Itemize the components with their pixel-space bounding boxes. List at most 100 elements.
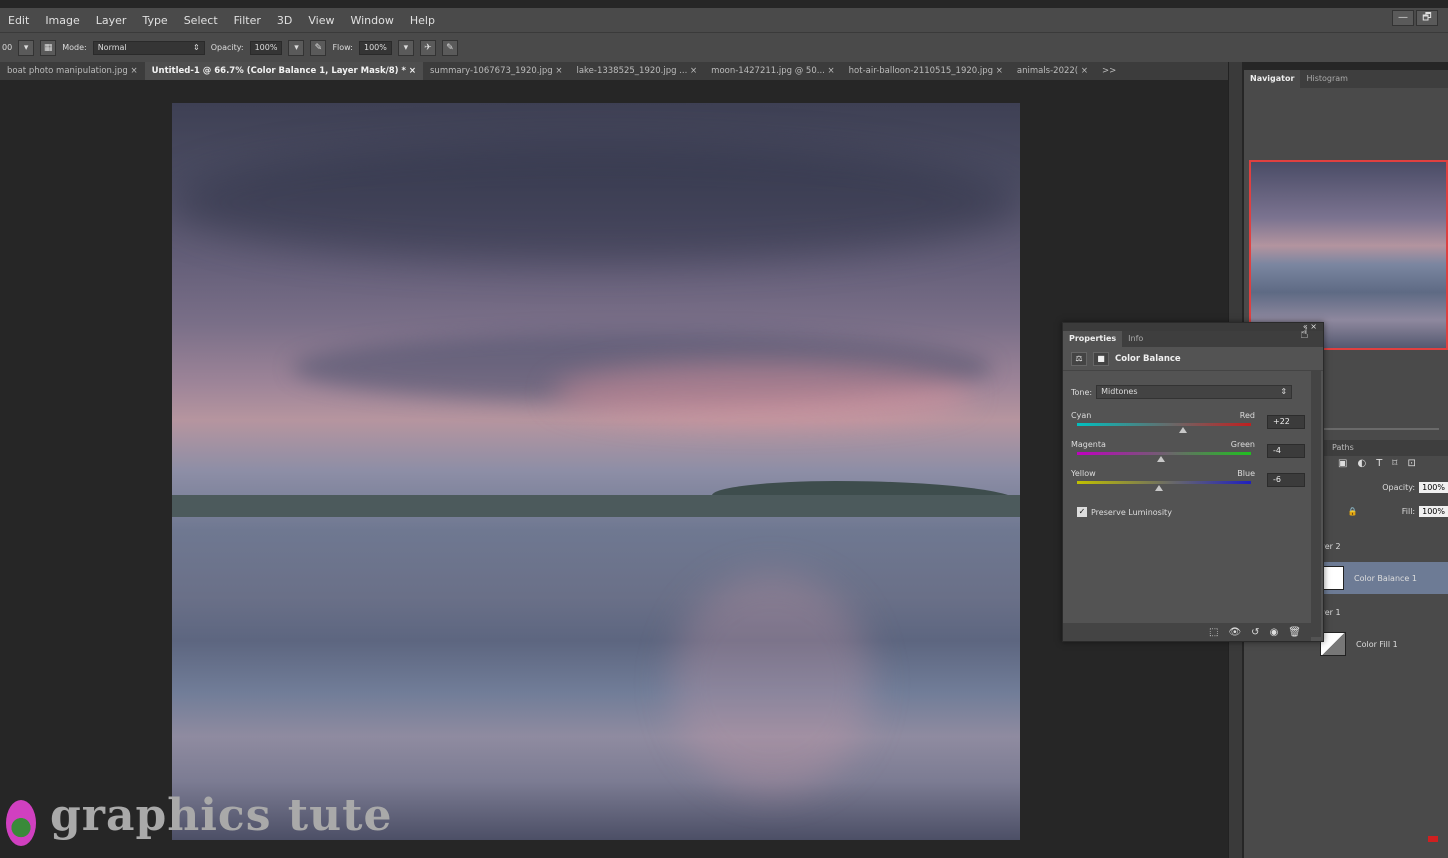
document-tab-label: lake-1338525_1920.jpg ... [576,66,688,76]
tab-info[interactable]: Info [1122,331,1149,347]
slider-thumb[interactable] [1154,485,1163,491]
menu-item-type[interactable]: Type [134,14,175,27]
slider-value-input[interactable]: -4 [1267,444,1305,458]
flow-label: Flow: [332,43,353,52]
layer-opacity-label: Opacity: [1382,483,1416,492]
slider-thumb[interactable] [1156,456,1165,462]
adjustment-filter-icon[interactable]: ◐ [1357,458,1366,469]
minimize-button[interactable]: — [1392,10,1414,26]
window-controls: — 🗗 [1392,10,1438,26]
image-filter-icon[interactable]: ▣ [1338,458,1347,469]
menu-item-select[interactable]: Select [176,14,226,27]
document-photo[interactable] [172,103,1020,840]
layer-row[interactable]: Color Fill 1 [1320,628,1448,660]
menu-item-edit[interactable]: Edit [0,14,37,27]
close-icon[interactable]: × [406,66,416,76]
close-icon[interactable]: × [687,66,697,76]
preserve-luminosity-row: ✓ Preserve Luminosity [1077,507,1172,517]
shoreline [172,495,1020,517]
recording-badge [1428,836,1438,842]
reset-icon[interactable]: ↺ [1251,627,1259,638]
properties-header: ⚖ ■ Color Balance [1063,347,1323,371]
document-tab-label: Untitled-1 @ 66.7% (Color Balance 1, Lay… [151,66,406,76]
visibility-icon[interactable]: ◉ [1270,627,1279,638]
flow-dropdown-icon[interactable]: ▾ [397,39,414,56]
clip-to-layer-icon[interactable]: ⬚ [1209,627,1218,638]
menu-item-layer[interactable]: Layer [88,14,135,27]
menu-item-filter[interactable]: Filter [226,14,269,27]
color-balance-icon: ⚖ [1071,351,1087,366]
smart-object-filter-icon[interactable]: ⊡ [1407,458,1415,469]
document-tabs: boat photo manipulation.jpg × Untitled-1 … [0,62,1240,80]
preserve-luminosity-label: Preserve Luminosity [1091,507,1172,517]
restore-button[interactable]: 🗗 [1416,10,1438,26]
layer-opacity-input[interactable]: 100% [1419,482,1448,493]
menu-item-image[interactable]: Image [37,14,87,27]
type-filter-icon[interactable]: T [1376,458,1382,469]
slider-track[interactable] [1077,423,1251,426]
water-reflection [672,573,872,793]
document-tab[interactable]: moon-1427211.jpg @ 50... × [704,62,842,80]
hand-cursor-icon: ☝ [1300,326,1309,342]
document-tab[interactable]: hot-air-balloon-2110515_1920.jpg × [842,62,1010,80]
slider-value-input[interactable]: -6 [1267,473,1305,487]
slider-left-label: Yellow [1071,469,1096,478]
brush-size[interactable]: 00 [2,43,12,52]
mode-label: Mode: [62,43,87,52]
opacity-label: Opacity: [210,43,244,52]
document-tab[interactable]: boat photo manipulation.jpg × [0,62,145,80]
layers-panel-tabs: Paths [1324,440,1448,456]
slider-track[interactable] [1077,481,1251,484]
tabs-overflow-button[interactable]: >> [1095,62,1123,80]
opacity-input[interactable]: 100% [249,40,283,55]
tab-navigator[interactable]: Navigator [1244,70,1301,88]
document-tab[interactable]: Untitled-1 @ 66.7% (Color Balance 1, Lay… [144,62,423,80]
view-previous-icon[interactable]: 👁 [1228,627,1241,638]
close-icon[interactable]: × [993,66,1003,76]
slider-right-label: Blue [1237,469,1255,478]
menu-item-window[interactable]: Window [342,14,401,27]
opacity-dropdown-icon[interactable]: ▾ [288,39,305,56]
close-icon[interactable]: × [553,66,562,76]
properties-title: Color Balance [1115,353,1181,364]
tab-histogram[interactable]: Histogram [1300,70,1354,88]
brush-panel-icon[interactable]: ▦ [40,39,57,56]
layer-fill-input[interactable]: 100% [1419,506,1448,517]
shape-filter-icon[interactable]: ⌑ [1392,458,1397,469]
tone-select[interactable]: Midtones ⇕ [1096,385,1293,399]
flow-input[interactable]: 100% [358,40,392,55]
slider-track[interactable] [1077,452,1251,455]
menu-item-help[interactable]: Help [402,14,443,27]
document-tab[interactable]: animals-2022( × [1010,62,1095,80]
document-tab[interactable]: summary-1067673_1920.jpg × [423,62,569,80]
pressure-opacity-icon[interactable]: ✎ [310,39,327,56]
layer-row[interactable]: yer 1 [1320,596,1448,628]
airbrush-icon[interactable]: ✈ [419,39,436,56]
layer-row[interactable]: Color Balance 1 [1320,562,1448,594]
tab-properties[interactable]: Properties [1063,331,1123,347]
slider-thumb[interactable] [1179,427,1188,433]
close-icon[interactable]: × [825,66,835,76]
properties-panel: « × Properties Info ⚖ ■ Color Balance To… [1062,322,1324,642]
preserve-luminosity-checkbox[interactable]: ✓ [1077,507,1087,517]
options-bar: 00 ▾ ▦ Mode: Normal ⇕ Opacity: 100% ▾ ✎ F… [0,32,1448,62]
brush-preset-dropdown-icon[interactable]: ▾ [18,39,35,56]
panel-titlebar[interactable] [1063,323,1323,331]
delete-icon[interactable]: 🗑 [1288,627,1301,638]
close-icon[interactable]: × [128,66,137,76]
layer-filter-icons: ▣ ◐ T ⌑ ⊡ [1338,458,1416,469]
menu-item-3d[interactable]: 3D [269,14,300,27]
lock-icon[interactable]: 🔒 [1348,507,1358,516]
pressure-size-icon[interactable]: ✎ [441,39,458,56]
properties-scrollbar[interactable] [1311,371,1321,637]
tab-paths[interactable]: Paths [1324,440,1362,456]
sky-cloud [172,143,1020,263]
layer-row[interactable]: yer 2 [1320,530,1448,562]
layer-mask-icon[interactable]: ■ [1093,351,1109,366]
document-tab[interactable]: lake-1338525_1920.jpg ... × [569,62,704,80]
mode-select[interactable]: Normal ⇕ [92,40,205,55]
close-icon[interactable]: × [1078,66,1088,76]
menu-item-view[interactable]: View [300,14,342,27]
slider-value-input[interactable]: +22 [1267,415,1305,429]
slider-left-label: Cyan [1071,411,1092,420]
